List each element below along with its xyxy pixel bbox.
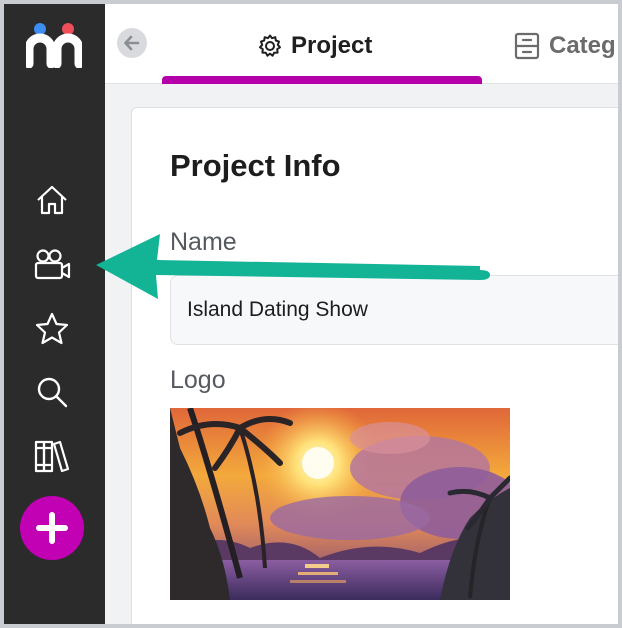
sidebar-item-library[interactable] <box>32 436 72 476</box>
project-info-card: Project Info Name Logo <box>131 107 618 624</box>
tab-categories[interactable]: Categ <box>514 26 616 66</box>
cabinet-icon <box>514 32 540 60</box>
star-icon <box>35 312 69 345</box>
tab-project[interactable]: Project <box>258 26 372 66</box>
app-logo <box>26 23 82 68</box>
logo-label: Logo <box>170 366 226 394</box>
sidebar-item-favorites[interactable] <box>32 309 72 349</box>
sidebar-item-projects[interactable] <box>32 245 72 285</box>
app-window: Project Categ Project Info Name Logo <box>4 4 618 624</box>
name-label: Name <box>170 228 237 256</box>
search-icon <box>37 377 68 408</box>
sidebar <box>4 4 105 624</box>
arrow-left-icon <box>124 35 140 51</box>
gear-icon <box>259 34 281 57</box>
tab-categories-label: Categ <box>549 32 616 59</box>
library-icon <box>34 440 70 473</box>
sidebar-item-home[interactable] <box>32 180 72 220</box>
name-input[interactable] <box>170 275 618 345</box>
back-button[interactable] <box>117 28 147 58</box>
home-icon <box>37 185 67 215</box>
card-title: Project Info <box>170 148 341 183</box>
plus-icon <box>36 512 68 544</box>
tab-project-label: Project <box>291 32 373 59</box>
sidebar-item-search[interactable] <box>32 372 72 412</box>
active-tab-indicator <box>162 76 482 84</box>
projects-camera-icon <box>34 249 71 280</box>
project-logo-image[interactable] <box>170 408 510 600</box>
main-content: Project Categ Project Info Name Logo <box>105 4 618 624</box>
add-button[interactable] <box>20 496 84 560</box>
tab-bar: Project Categ <box>105 4 618 84</box>
